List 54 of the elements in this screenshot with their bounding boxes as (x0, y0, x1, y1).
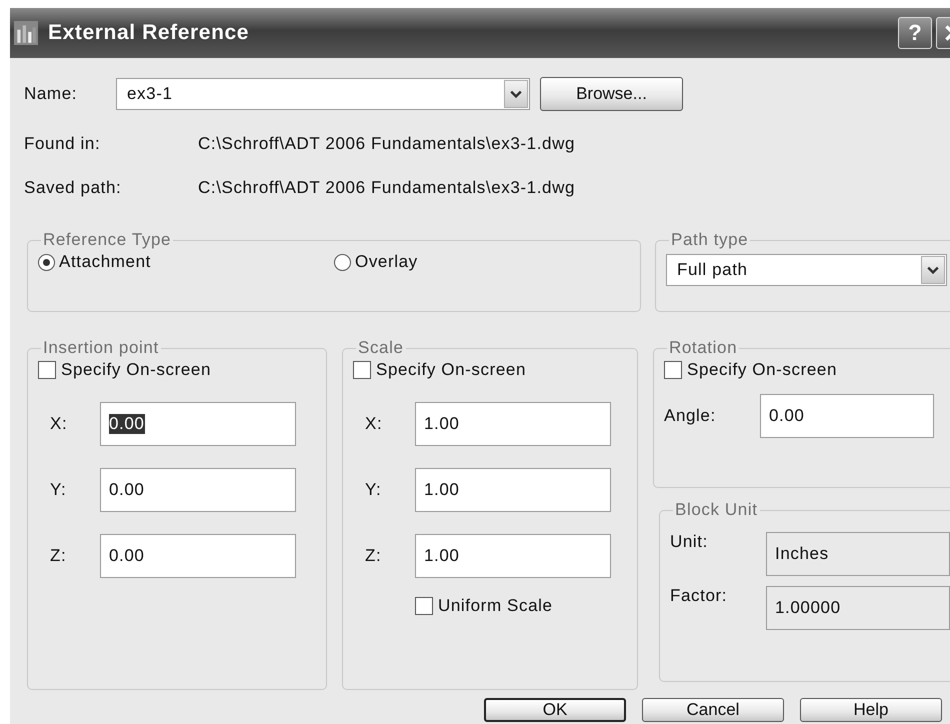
checkbox[interactable] (353, 361, 371, 379)
checkbox-label: Specify On-screen (687, 360, 838, 380)
input-field[interactable]: 0.00 (100, 534, 296, 578)
radio-button[interactable] (334, 254, 351, 270)
read-only-field: Inches (766, 532, 950, 576)
dropdown-button[interactable] (921, 256, 945, 284)
radio-button[interactable] (38, 254, 55, 270)
checkbox-label: Specify On-screen (376, 360, 526, 380)
group-title: Path type (670, 230, 750, 250)
field-label: Z: (49, 546, 68, 566)
radio-label: Overlay (355, 252, 418, 272)
path-text: C:\Schroff\ADT 2006 Fundamentals\ex3-1.dwg (198, 134, 576, 154)
field-label: Y: (49, 480, 68, 500)
checkbox-label: Specify On-screen (61, 360, 212, 380)
input-field[interactable]: 0.00 (100, 402, 296, 446)
group-title: Reference Type (42, 230, 172, 250)
window-title: External Reference (48, 21, 250, 45)
field-label: X: (364, 414, 384, 434)
group-title: Scale (357, 338, 405, 358)
browse-button[interactable]: Browse... (540, 77, 683, 111)
radio-label: Attachment (59, 252, 151, 272)
input-field[interactable]: 0.00 (100, 468, 296, 512)
app-icon (14, 21, 38, 45)
input-field[interactable]: 0.00 (760, 394, 934, 438)
group-title: Rotation (668, 338, 738, 358)
group-title: Block Unit (674, 500, 759, 520)
field-label: Unit: (670, 532, 709, 552)
group-title: Insertion point (42, 338, 160, 358)
checkbox[interactable] (38, 361, 56, 379)
field-label: Factor: (670, 586, 728, 606)
dialog-button[interactable]: OK (484, 698, 626, 722)
info-label: Found in: (24, 134, 102, 154)
chevron-down-icon (927, 265, 939, 275)
field-label: Z: (364, 546, 382, 566)
name-combo-box[interactable]: ex3-1 (116, 78, 530, 110)
dialog-button[interactable]: Help (800, 698, 942, 722)
help-button[interactable]: ? (898, 17, 932, 49)
name-label: Name: (24, 84, 78, 104)
chevron-down-icon (510, 89, 522, 99)
field-label: Angle: (664, 406, 717, 426)
field-label: Y: (364, 480, 382, 500)
info-label: Saved path: (24, 178, 122, 198)
field-label: X: (49, 414, 68, 434)
input-field[interactable]: 1.00 (415, 534, 611, 578)
checkbox[interactable] (415, 597, 433, 615)
input-field[interactable]: 1.00 (415, 468, 611, 512)
path-text: C:\Schroff\ADT 2006 Fundamentals\ex3-1.dwg (198, 178, 576, 198)
checkbox[interactable] (664, 361, 682, 379)
dialog-button[interactable]: Cancel (642, 698, 784, 722)
read-only-field: 1.00000 (766, 586, 950, 630)
checkbox-label: Uniform Scale (438, 596, 553, 616)
path-type-combo-box[interactable]: Full path (666, 254, 947, 286)
dropdown-button[interactable] (504, 80, 528, 108)
input-field[interactable]: 1.00 (415, 402, 611, 446)
